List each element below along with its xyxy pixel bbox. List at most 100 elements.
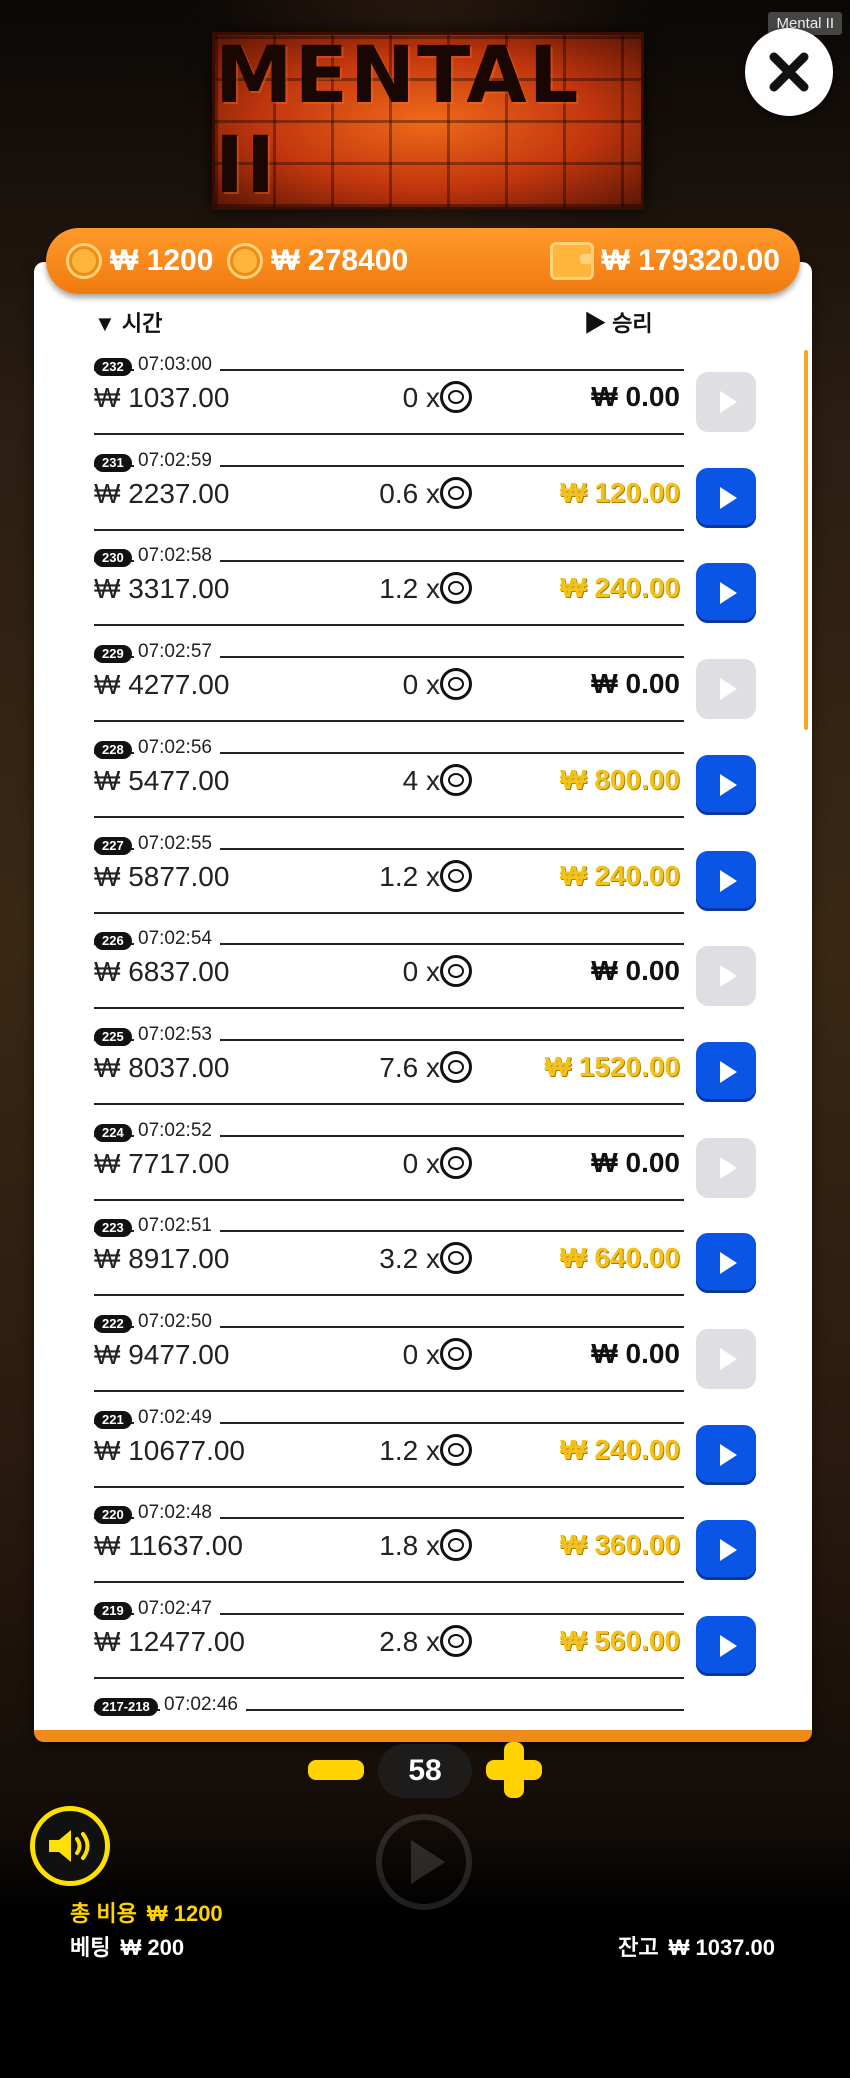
row-multiplier: 2.8 x [379, 1626, 440, 1658]
row-divider-bottom [94, 433, 684, 435]
round-badge: 229 [94, 645, 132, 664]
replay-button[interactable] [696, 659, 756, 720]
replay-button[interactable] [696, 372, 756, 432]
round-badge: 224 [94, 1123, 132, 1142]
round-badge: 223 [94, 1219, 132, 1238]
balance-value: ₩ 1037.00 [668, 1935, 775, 1960]
replay-button[interactable] [696, 1233, 756, 1294]
coin-icon [440, 1625, 472, 1658]
sound-toggle-button[interactable] [30, 1806, 110, 1886]
spin-button[interactable] [376, 1814, 472, 1910]
history-row: 220 07:02:48 ₩ 11637.00 1.8 x ₩ 360.00 [0, 1488, 850, 1584]
row-win-amount: ₩ 0.00 [591, 955, 680, 987]
bet-info: 베팅 ₩ 200 [70, 1930, 184, 1962]
row-bet-amount: ₩ 12477.00 [94, 1626, 245, 1658]
round-time: 07:02:59 [134, 449, 220, 472]
play-icon [719, 678, 737, 701]
row-multiplier: 1.2 x [379, 573, 440, 605]
stat-wallet-value: ₩ 179320.00 [601, 244, 780, 277]
history-row: 226 07:02:54 ₩ 6837.00 0 x ₩ 0.00 [0, 914, 850, 1010]
row-multiplier: 0 x [402, 669, 440, 701]
round-time: 07:02:49 [134, 1406, 220, 1429]
row-bet-amount: ₩ 7717.00 [94, 1147, 230, 1179]
balance-info: 잔고 ₩ 1037.00 [618, 1930, 775, 1962]
replay-button[interactable] [696, 754, 756, 815]
history-row: 229 07:02:57 ₩ 4277.00 0 x ₩ 0.00 [0, 627, 850, 723]
row-divider-bottom [94, 1102, 684, 1105]
round-badge: 227 [94, 836, 132, 855]
replay-button[interactable] [696, 1329, 756, 1389]
play-icon [719, 869, 737, 892]
replay-button[interactable] [696, 467, 756, 528]
replay-button[interactable] [696, 1041, 756, 1102]
row-win-amount: ₩ 0.00 [591, 1146, 680, 1178]
replay-button[interactable] [696, 850, 756, 911]
bet-value: ₩ 200 [120, 1935, 185, 1960]
count-display: 58 [378, 1744, 472, 1798]
row-win-amount: ₩ 0.00 [591, 381, 680, 412]
row-bet-amount: ₩ 3317.00 [94, 573, 230, 605]
coin-icon [227, 243, 264, 279]
replay-button[interactable] [696, 1520, 756, 1581]
stats-bar: ₩ 1200 ₩ 278400 ₩ 179320.00 [46, 228, 800, 294]
replay-button[interactable] [696, 946, 756, 1007]
row-win-amount: ₩ 240.00 [560, 572, 680, 604]
total-cost-value: ₩ 1200 [146, 1901, 223, 1926]
row-win-amount: ₩ 0.00 [591, 668, 680, 700]
total-cost-label: 총 비용 [70, 1901, 137, 1926]
row-divider-bottom [94, 1294, 684, 1297]
round-badge: 231 [94, 453, 132, 472]
history-row: 222 07:02:50 ₩ 9477.00 0 x ₩ 0.00 [0, 1297, 850, 1393]
play-icon [719, 486, 737, 509]
row-multiplier: 1.2 x [379, 860, 440, 892]
row-divider-bottom [94, 1485, 684, 1488]
replay-button[interactable] [696, 1424, 756, 1485]
row-bet-amount: ₩ 6837.00 [94, 956, 230, 988]
history-row: 228 07:02:56 ₩ 5477.00 4 x ₩ 800.00 [0, 723, 850, 819]
history-row: 219 07:02:47 ₩ 12477.00 2.8 x ₩ 560.00 [0, 1584, 850, 1680]
round-badge: 232 [94, 358, 132, 376]
row-divider-bottom [94, 1581, 684, 1584]
round-badge: 225 [94, 1027, 132, 1046]
history-row: 230 07:02:58 ₩ 3317.00 1.2 x ₩ 240.00 [0, 531, 850, 627]
stat-coins-value: ₩ 278400 [271, 244, 409, 277]
replay-button[interactable] [696, 1616, 756, 1677]
row-bet-amount: ₩ 2237.00 [94, 477, 230, 509]
round-badge: 219 [94, 1602, 132, 1621]
row-win-amount: ₩ 120.00 [560, 476, 680, 508]
stat-bet-value: ₩ 1200 [110, 244, 214, 277]
row-bet-amount: ₩ 10677.00 [94, 1434, 245, 1466]
coin-icon [440, 1242, 472, 1275]
coin-icon [440, 1338, 472, 1370]
coin-icon [440, 668, 472, 701]
history-row: 224 07:02:52 ₩ 7717.00 0 x ₩ 0.00 [0, 1106, 850, 1202]
row-bet-amount: ₩ 5877.00 [94, 860, 230, 892]
wallet-icon [549, 242, 594, 280]
round-time: 07:02:51 [134, 1215, 220, 1238]
row-win-amount: ₩ 240.00 [560, 859, 680, 891]
row-bet-amount: ₩ 11637.00 [94, 1530, 243, 1562]
row-multiplier: 0 x [402, 1147, 440, 1179]
row-multiplier: 3.2 x [379, 1243, 440, 1275]
row-win-amount: ₩ 240.00 [560, 1433, 680, 1465]
play-icon [719, 965, 737, 988]
row-multiplier: 0 x [402, 382, 440, 413]
play-icon [719, 1252, 737, 1275]
row-win-amount: ₩ 1520.00 [544, 1050, 680, 1082]
row-multiplier: 4 x [402, 764, 440, 796]
coin-icon [66, 243, 102, 279]
row-divider-bottom [94, 1198, 684, 1201]
play-icon [719, 1539, 737, 1562]
bet-label: 베팅 [70, 1935, 111, 1960]
coin-icon [440, 1433, 472, 1466]
play-icon [719, 1060, 737, 1083]
coin-icon [440, 955, 472, 988]
replay-button[interactable] [696, 1137, 756, 1198]
play-icon [719, 773, 737, 796]
decrease-button[interactable] [308, 1760, 364, 1780]
round-time: 07:03:00 [134, 354, 220, 376]
replay-button[interactable] [696, 563, 756, 624]
round-badge: 222 [94, 1315, 132, 1333]
row-bet-amount: ₩ 5477.00 [94, 764, 230, 796]
history-row: 231 07:02:59 ₩ 2237.00 0.6 x ₩ 120.00 [0, 436, 850, 532]
